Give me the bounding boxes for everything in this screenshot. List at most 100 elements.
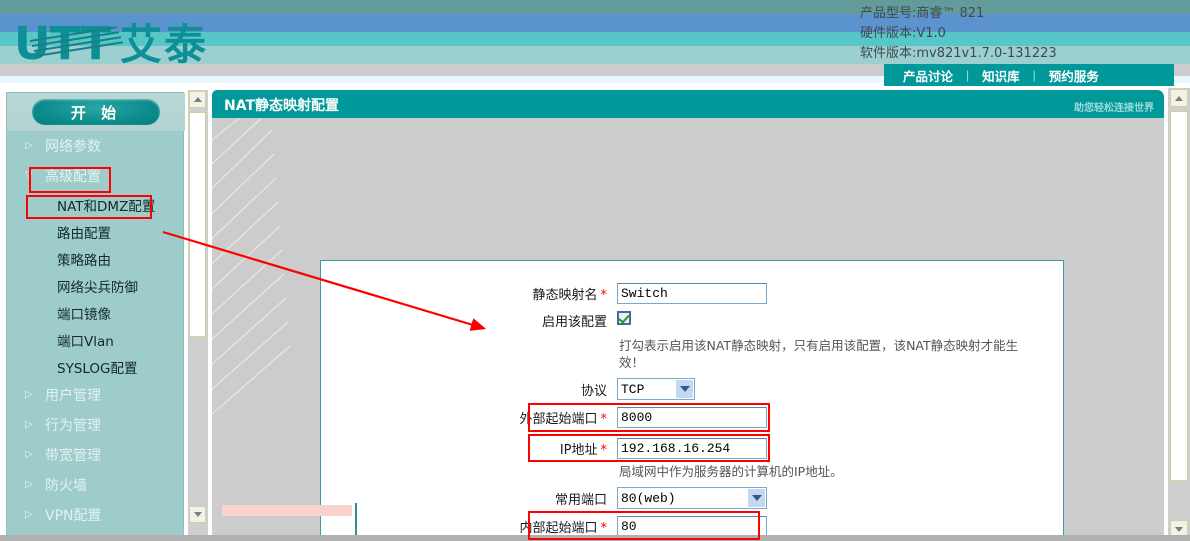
main-scroll-up-button[interactable] [1170,89,1188,107]
form-row-external-port: 外部起始端口 * [321,403,1065,432]
sidebar-group-label: 高级配置 [45,169,101,185]
label-protocol: 协议 [580,383,607,399]
enable-checkbox[interactable] [617,311,631,325]
site-header: UTT 艾泰 产品型号:商睿™ 821 硬件版本:V1.0 软件版本:mv821… [0,0,1190,88]
product-info: 产品型号:商睿™ 821 硬件版本:V1.0 软件版本:mv821v1.7.0-… [860,4,1170,64]
sidebar-group-network-params[interactable]: ▷ 网络参数 [7,131,185,161]
sidebar-item-label: SYSLOG配置 [57,360,138,377]
internal-port-input[interactable] [617,516,767,537]
form-row-protocol: 协议 TCP [321,378,1065,400]
control-common-port: 80(web) [613,487,767,509]
required-mark: * [600,412,608,427]
form-row-ip-address: IP地址 * [321,434,1065,462]
nav-link-product-discussion[interactable]: 产品讨论 [890,66,966,85]
sidebar-item-network-guard[interactable]: 网络尖兵防御 [7,272,185,299]
label-ip-address: IP地址 * [321,439,613,458]
sidebar-group-advanced-config[interactable]: ▽ 高级配置 [7,161,185,191]
content-gray-area: 静态映射名* 启用该配置 打勾表示启用该NAT静态映射，只有启用该配置，该N [212,118,1164,541]
sidebar-group-label: 用户管理 [45,388,101,404]
sidebar-menu: ▷ 网络参数 ▽ 高级配置 NAT和DMZ配置 路由配置 策略路由 网络尖兵防御… [7,131,185,541]
sidebar-group-label: 网络参数 [45,139,101,155]
hint-enable: 打勾表示启用该NAT静态映射，只有启用该配置，该NAT静态映射才能生效！ [619,338,1019,370]
sidebar-group-vpn-config[interactable]: ▷ VPN配置 [7,500,185,530]
sidebar-group-label: 带宽管理 [45,448,101,464]
main-content: NAT静态映射配置 助您轻松连接世界 静态映射名 * Switch 启用该配置 … [208,88,1166,541]
sidebar-item-syslog[interactable]: SYSLOG配置 [7,353,185,380]
common-port-select[interactable]: 80(web) [617,487,767,509]
sidebar-group-label: VPN配置 [45,508,102,524]
common-port-select-wrap: 80(web) [617,487,767,509]
nav-link-appointment-service[interactable]: 预约服务 [1036,66,1112,85]
form-row-mapping-name: 静态映射名 * [321,283,1065,304]
sidebar-group-firewall[interactable]: ▷ 防火墙 [7,470,185,500]
external-port-input[interactable] [617,407,767,428]
sidebar-scroll-up-button[interactable] [189,91,206,108]
ip-address-input[interactable] [617,438,767,459]
main-scrollbar-thumb[interactable] [1170,111,1188,481]
label-mapping-name-text: 静态映射名 [532,288,598,303]
control-mapping-name [613,283,767,304]
sidebar-group-user-management[interactable]: ▷ 用户管理 [7,380,185,410]
chevron-right-icon: ▷ [25,419,33,430]
form-row-enable: 启用该配置 [321,311,1065,330]
arrow-up-icon [193,97,202,102]
label-external-port: 外部起始端口 * [321,408,613,427]
sidebar-item-nat-dmz[interactable]: NAT和DMZ配置 [7,191,185,218]
page-title-bar: NAT静态映射配置 助您轻松连接世界 [212,90,1164,118]
start-button-label: 开 始 [32,99,160,125]
label-enable: 启用该配置 [541,315,607,330]
page-bottom-strip [0,535,1190,541]
protocol-select-wrap: TCP [617,378,695,400]
sidebar-scrollbar[interactable] [188,90,208,541]
top-nav: 产品讨论 | 知识库 | 预约服务 [884,64,1174,86]
label-internal-port-text: 内部起始端口 [519,521,598,536]
sidebar-panel: 开 始 ▷ 网络参数 ▽ 高级配置 NAT和DMZ配置 路由配置 策略路由 网络… [6,92,185,541]
utt-logo[interactable]: UTT 艾泰 [14,18,244,74]
control-protocol: TCP [613,378,695,400]
sidebar-item-port-vlan[interactable]: 端口Vlan [7,326,185,353]
software-version: 软件版本:mv821v1.7.0-131223 [860,46,1057,61]
sidebar-item-label: 路由配置 [57,225,111,242]
sidebar-item-label: 端口镜像 [57,306,111,323]
label-internal-port: 内部起始端口 * [321,517,613,536]
sidebar-scrollbar-thumb[interactable] [189,112,206,337]
page-title: NAT静态映射配置 [224,98,340,114]
start-button[interactable]: 开 始 [7,93,185,131]
control-external-port [613,407,767,428]
form-row-internal-port: 内部起始端口 * [321,511,1065,540]
main-scrollbar[interactable] [1168,88,1190,541]
chevron-right-icon: ▷ [25,509,33,520]
sidebar-item-route-config[interactable]: 路由配置 [7,218,185,245]
decorative-pink-band [222,505,352,516]
page-root: UTT 艾泰 产品型号:商睿™ 821 硬件版本:V1.0 软件版本:mv821… [0,0,1190,541]
nav-link-knowledge-base[interactable]: 知识库 [969,66,1033,85]
sidebar-scroll-down-button[interactable] [189,506,206,523]
chevron-down-icon: ▽ [25,170,33,181]
sidebar-group-label: 防火墙 [45,478,87,494]
label-common-port: 常用端口 [554,492,607,508]
sidebar-item-label: NAT和DMZ配置 [57,198,156,215]
logo-text-cn: 艾泰 [120,20,209,69]
arrow-down-icon [193,512,202,517]
sidebar-item-policy-route[interactable]: 策略路由 [7,245,185,272]
sidebar-item-port-mirror[interactable]: 端口镜像 [7,299,185,326]
chevron-right-icon: ▷ [25,449,33,460]
sidebar-group-label: 行为管理 [45,418,101,434]
protocol-select[interactable]: TCP [617,378,695,400]
sidebar-group-bandwidth-management[interactable]: ▷ 带宽管理 [7,440,185,470]
chevron-right-icon: ▷ [25,389,33,400]
mapping-name-input[interactable] [617,283,767,304]
hint-ip-address: 局域网中作为服务器的计算机的IP地址。 [619,464,843,479]
control-ip-address [613,438,767,459]
required-mark: * [600,521,608,536]
hardware-version: 硬件版本:V1.0 [860,26,946,41]
label-mapping-name: 静态映射名 * [321,284,613,303]
arrow-up-icon [1175,95,1183,101]
chevron-right-icon: ▷ [25,140,33,151]
control-enable [613,311,631,330]
sidebar-item-label: 网络尖兵防御 [57,279,138,296]
product-model: 产品型号:商睿™ 821 [860,6,985,21]
form-row-common-port: 常用端口 80(web) [321,487,1065,509]
sidebar-group-behavior-management[interactable]: ▷ 行为管理 [7,410,185,440]
label-external-port-text: 外部起始端口 [519,412,598,427]
